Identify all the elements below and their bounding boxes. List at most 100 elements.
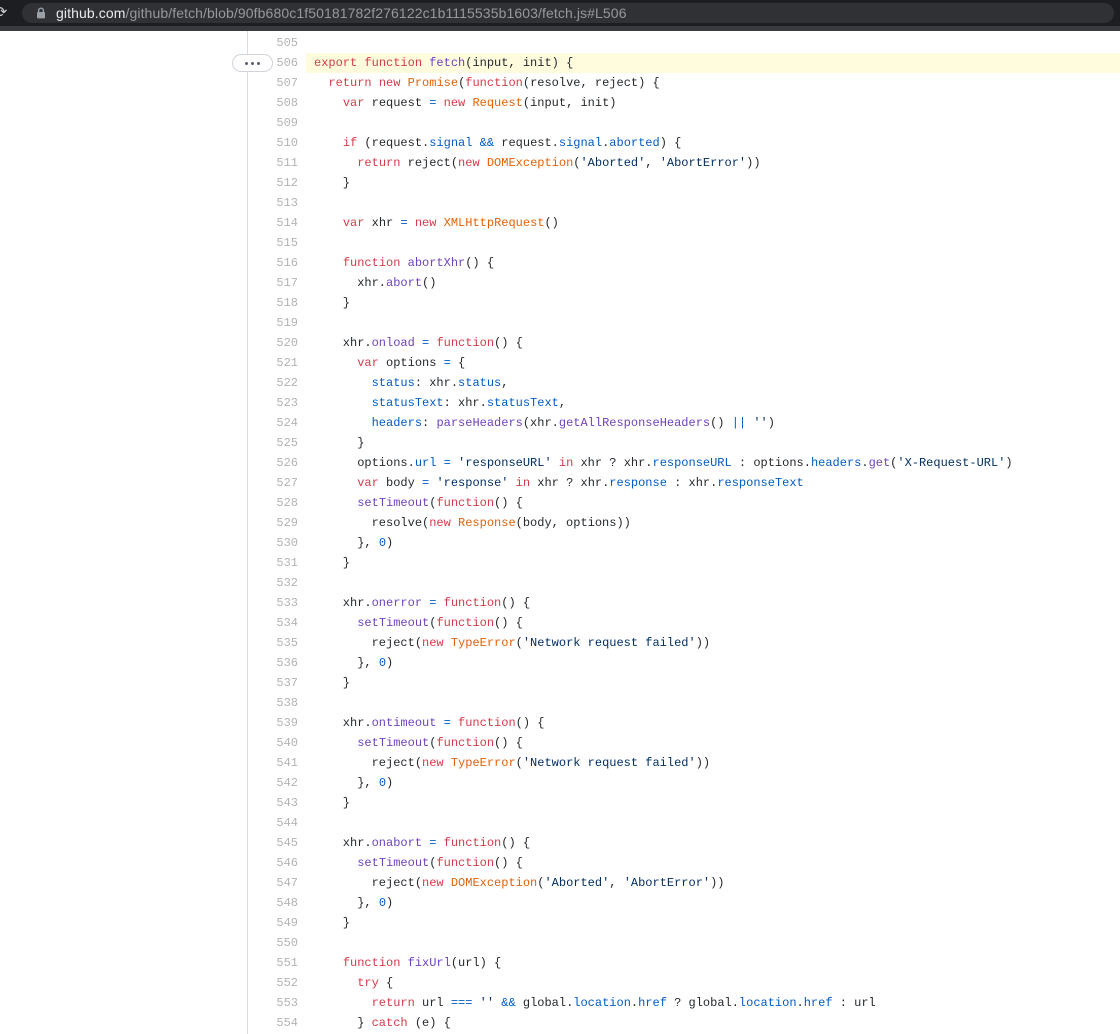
code-text: xhr.ontimeout = function() { (306, 713, 1120, 733)
code-line: 515 (0, 233, 1120, 253)
code-text: return new Promise(function(resolve, rej… (306, 73, 1120, 93)
line-number[interactable]: 553 (0, 993, 306, 1013)
code-text: function abortXhr() { (306, 253, 1120, 273)
line-number[interactable]: 533 (0, 593, 306, 613)
code-line: 519 (0, 313, 1120, 333)
line-number[interactable]: 527 (0, 473, 306, 493)
lock-icon (34, 6, 48, 20)
line-number[interactable]: 513 (0, 193, 306, 213)
line-number[interactable]: 541 (0, 753, 306, 773)
address-bar[interactable]: github.com/github/fetch/blob/90fb680c1f5… (22, 3, 1114, 23)
line-number[interactable]: 543 (0, 793, 306, 813)
code-line: 532 (0, 573, 1120, 593)
code-text: setTimeout(function() { (306, 733, 1120, 753)
url-path: /github/fetch/blob/90fb680c1f50181782f27… (125, 5, 626, 21)
line-number[interactable]: 519 (0, 313, 306, 333)
code-text: headers: parseHeaders(xhr.getAllResponse… (306, 413, 1120, 433)
line-number[interactable]: 534 (0, 613, 306, 633)
code-text: } catch (e) { (306, 1013, 1120, 1033)
code-text: setTimeout(function() { (306, 853, 1120, 873)
code-text (306, 573, 1120, 593)
line-number[interactable]: 547 (0, 873, 306, 893)
line-number[interactable]: 508 (0, 93, 306, 113)
line-number[interactable]: 540 (0, 733, 306, 753)
page-content: 505506export function fetch(input, init)… (0, 31, 1120, 1034)
code-line: 551 function fixUrl(url) { (0, 953, 1120, 973)
line-number[interactable]: 520 (0, 333, 306, 353)
line-number[interactable]: 525 (0, 433, 306, 453)
line-number[interactable]: 512 (0, 173, 306, 193)
line-number[interactable]: 536 (0, 653, 306, 673)
line-number[interactable]: 542 (0, 773, 306, 793)
line-number[interactable]: 509 (0, 113, 306, 133)
code-text (306, 113, 1120, 133)
code-line: 512 } (0, 173, 1120, 193)
line-number[interactable]: 505 (0, 33, 306, 53)
code-line: 528 setTimeout(function() { (0, 493, 1120, 513)
line-number[interactable]: 538 (0, 693, 306, 713)
code-line: 506export function fetch(input, init) { (0, 53, 1120, 73)
line-number[interactable]: 552 (0, 973, 306, 993)
code-text: setTimeout(function() { (306, 493, 1120, 513)
line-number[interactable]: 551 (0, 953, 306, 973)
code-text: function fixUrl(url) { (306, 953, 1120, 973)
line-number[interactable]: 549 (0, 913, 306, 933)
code-text: reject(new DOMException('Aborted', 'Abor… (306, 873, 1120, 893)
code-line: 513 (0, 193, 1120, 213)
code-line: 548 }, 0) (0, 893, 1120, 913)
line-number[interactable]: 514 (0, 213, 306, 233)
line-number[interactable]: 515 (0, 233, 306, 253)
code-line: 526 options.url = 'responseURL' in xhr ?… (0, 453, 1120, 473)
code-line: 524 headers: parseHeaders(xhr.getAllResp… (0, 413, 1120, 433)
code-line: 535 reject(new TypeError('Network reques… (0, 633, 1120, 653)
code-text: }, 0) (306, 653, 1120, 673)
code-text: try { (306, 973, 1120, 993)
code-text (306, 933, 1120, 953)
line-number[interactable]: 532 (0, 573, 306, 593)
line-number[interactable]: 537 (0, 673, 306, 693)
reload-icon[interactable]: ⟳ (0, 3, 10, 23)
line-number[interactable]: 530 (0, 533, 306, 553)
line-number[interactable]: 550 (0, 933, 306, 953)
line-number[interactable]: 544 (0, 813, 306, 833)
code-text: export function fetch(input, init) { (306, 53, 1120, 73)
line-number[interactable]: 516 (0, 253, 306, 273)
code-line: 537 } (0, 673, 1120, 693)
line-number[interactable]: 528 (0, 493, 306, 513)
line-number[interactable]: 517 (0, 273, 306, 293)
line-number[interactable]: 523 (0, 393, 306, 413)
line-number[interactable]: 529 (0, 513, 306, 533)
ellipsis-expander-button[interactable] (232, 54, 273, 72)
line-number[interactable]: 554 (0, 1013, 306, 1033)
line-number[interactable]: 526 (0, 453, 306, 473)
line-number[interactable]: 545 (0, 833, 306, 853)
line-number[interactable]: 511 (0, 153, 306, 173)
code-text: var xhr = new XMLHttpRequest() (306, 213, 1120, 233)
code-line: 540 setTimeout(function() { (0, 733, 1120, 753)
code-text: setTimeout(function() { (306, 613, 1120, 633)
code-text: xhr.abort() (306, 273, 1120, 293)
code-line: 534 setTimeout(function() { (0, 613, 1120, 633)
line-number[interactable]: 507 (0, 73, 306, 93)
line-number[interactable]: 546 (0, 853, 306, 873)
code-text: var request = new Request(input, init) (306, 93, 1120, 113)
line-number[interactable]: 548 (0, 893, 306, 913)
line-number[interactable]: 510 (0, 133, 306, 153)
line-number[interactable]: 521 (0, 353, 306, 373)
line-number[interactable]: 524 (0, 413, 306, 433)
code-line: 517 xhr.abort() (0, 273, 1120, 293)
code-line: 511 return reject(new DOMException('Abor… (0, 153, 1120, 173)
code-text: xhr.onerror = function() { (306, 593, 1120, 613)
code-line: 533 xhr.onerror = function() { (0, 593, 1120, 613)
code-text: statusText: xhr.statusText, (306, 393, 1120, 413)
code-text: }, 0) (306, 533, 1120, 553)
code-text (306, 693, 1120, 713)
line-number[interactable]: 539 (0, 713, 306, 733)
code-line: 518 } (0, 293, 1120, 313)
line-number[interactable]: 522 (0, 373, 306, 393)
code-text: } (306, 173, 1120, 193)
line-number[interactable]: 518 (0, 293, 306, 313)
line-number[interactable]: 531 (0, 553, 306, 573)
code-text: } (306, 433, 1120, 453)
line-number[interactable]: 535 (0, 633, 306, 653)
